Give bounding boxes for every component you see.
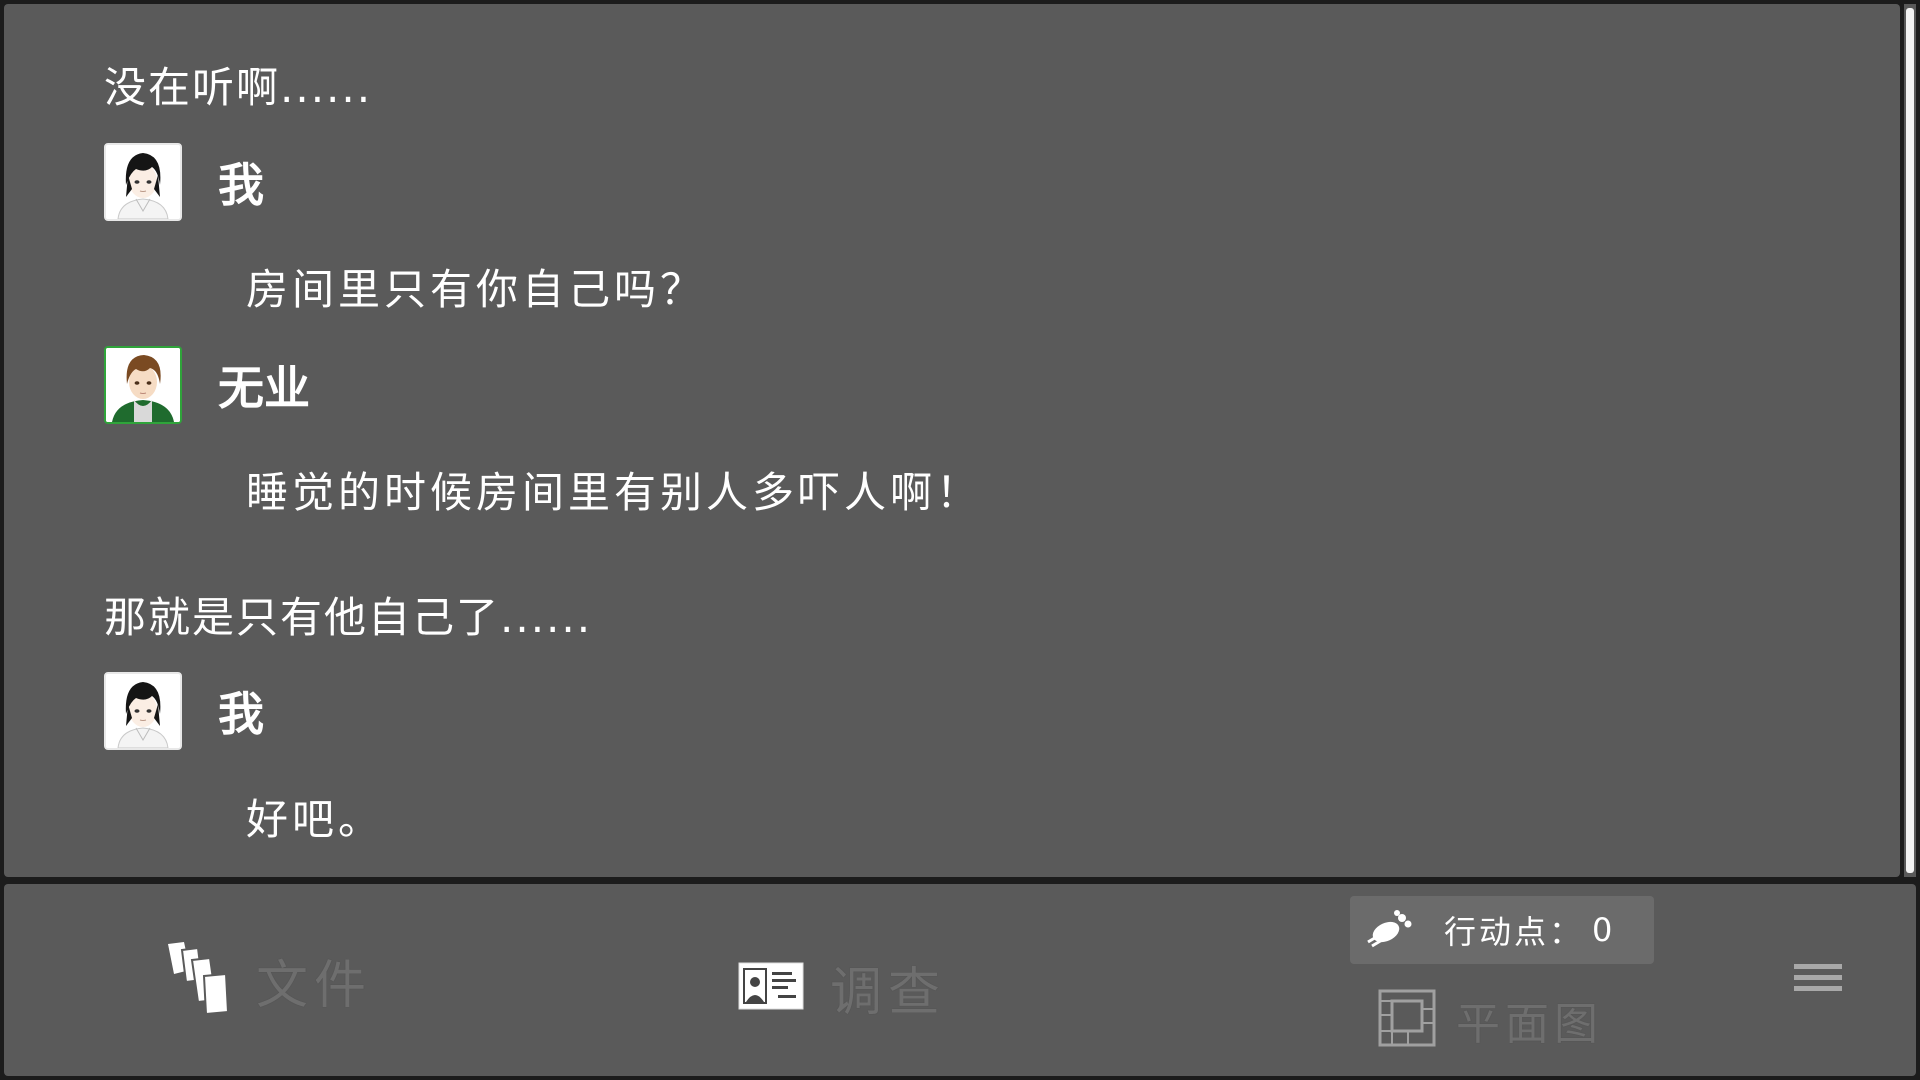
floor-plan-button[interactable]: 平面图: [1378, 988, 1603, 1052]
action-points-value: 0: [1592, 911, 1613, 949]
speaker-row: 我: [104, 141, 264, 223]
scrollbar-thumb[interactable]: [1906, 8, 1914, 873]
narration-line: 那就是只有他自己了......: [104, 593, 593, 642]
action-points-label: 行动点：: [1444, 913, 1585, 951]
speaker-name: 我: [218, 687, 264, 741]
protagonist-avatar: [104, 672, 182, 750]
speaker-name: 无业: [218, 361, 310, 415]
speaker-name: 我: [218, 158, 264, 212]
dialogue-line: 房间里只有你自己吗？: [246, 265, 707, 314]
dialogue-line: 睡觉的时候房间里有别人多吓人啊！: [246, 468, 983, 517]
hamburger-menu-icon[interactable]: [1794, 964, 1842, 1000]
action-points-panel: 行动点： 0: [1350, 896, 1654, 964]
log-scrollbar[interactable]: [1904, 4, 1916, 877]
dialogue-line: 好吧。: [246, 795, 385, 844]
floor-plan-icon: [1378, 989, 1436, 1051]
protagonist-avatar: [104, 143, 182, 221]
narration-line: 没在听啊......: [104, 63, 373, 112]
game-screen: 没在听啊...... 我 房间里只有你自己吗？ 无业 睡觉的时候房间里有别人多吓…: [0, 0, 1920, 1080]
speaker-row: 无业: [104, 344, 310, 426]
id-card-icon: [738, 962, 804, 1014]
floor-plan-label: 平面图: [1456, 999, 1603, 1050]
dialogue-log-panel[interactable]: 没在听啊...... 我 房间里只有你自己吗？ 无业 睡觉的时候房间里有别人多吓…: [4, 4, 1900, 877]
speaker-row: 我: [104, 670, 264, 752]
investigate-label: 调查: [830, 963, 947, 1023]
files-button[interactable]: 文件: [164, 940, 372, 1020]
footprint-icon: [1364, 908, 1416, 952]
unemployed-man-avatar: [104, 346, 182, 424]
investigate-button[interactable]: 调查: [738, 950, 946, 1025]
documents-icon: [164, 940, 232, 1020]
files-label: 文件: [256, 955, 373, 1016]
bottom-toolbar: 文件 调查 行动点： 0 平面图: [4, 884, 1916, 1076]
